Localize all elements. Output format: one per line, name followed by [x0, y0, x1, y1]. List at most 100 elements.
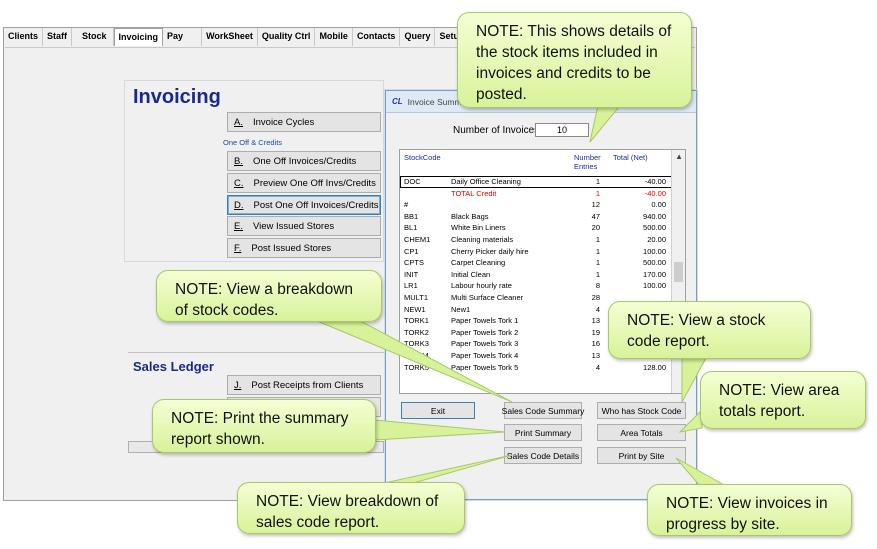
button-label: Post One Off Invoices/Credits — [253, 199, 379, 211]
tab-contacts[interactable]: Contacts — [353, 28, 401, 46]
row-total-net: 500.00 — [643, 223, 666, 233]
invoice-cycles-button[interactable]: A. Invoice Cycles — [227, 112, 381, 132]
preview-one-off-button[interactable]: C. Preview One Off Invs/Credits — [227, 173, 381, 193]
row-total-net: 20.00 — [647, 234, 666, 244]
row-stockcode: BB1 — [404, 211, 419, 221]
row-number-entries: 13 — [591, 350, 600, 360]
row-total-net: 100.00 — [643, 246, 666, 256]
shortcut-key: F. — [234, 242, 242, 254]
row-number-entries: 13 — [591, 316, 600, 326]
post-one-off-button[interactable]: D. Post One Off Invoices/Credits — [227, 195, 381, 215]
row-description: New1 — [451, 304, 471, 314]
shortcut-key: D. — [234, 199, 244, 211]
row-number-entries: 12 — [591, 200, 600, 210]
row-stockcode: BL1 — [404, 223, 418, 233]
row-number-entries: 1 — [595, 246, 600, 256]
table-row[interactable]: CP1 Cherry Picker daily hire 1 100.00 — [400, 246, 672, 258]
invoice-summary-dialog: CL Invoice Summary Number of Invoices 10… — [385, 90, 697, 500]
post-issued-stores-button[interactable]: F. Post Issued Stores — [227, 238, 381, 258]
row-stockcode: NEW1 — [404, 304, 426, 314]
note-print-summary: NOTE: Print the summary report shown. — [152, 399, 376, 453]
tab-pay[interactable]: Pay — [163, 28, 203, 46]
row-description: Initial Clean — [451, 269, 491, 279]
table-row[interactable]: LR1 Labour hourly rate 8 100.00 — [400, 280, 672, 292]
row-number-entries: 1 — [595, 234, 600, 244]
row-stockcode: TORK3 — [404, 339, 429, 349]
table-row[interactable]: #12 0.00 — [400, 199, 672, 211]
print-summary-button[interactable]: Print Summary — [504, 424, 582, 441]
tab-stock[interactable]: Stock — [72, 28, 114, 46]
button-label: One Off Invoices/Credits — [252, 155, 357, 167]
row-description: Cherry Picker daily hire — [451, 246, 529, 256]
who-has-stock-code-button[interactable]: Who has Stock Code — [597, 402, 686, 419]
view-issued-stores-button[interactable]: E. View Issued Stores — [227, 216, 381, 236]
row-total-net: 940.00 — [643, 211, 666, 221]
table-row[interactable]: TOTAL Credit 1 -40.00 — [400, 188, 672, 200]
row-total-net: -40.00 — [644, 188, 666, 198]
table-row[interactable]: CHEM1 Cleaning materials 1 20.00 — [400, 234, 672, 246]
row-total-net: 500.00 — [643, 258, 666, 268]
row-description: Paper Towels Tork 3 — [451, 339, 519, 349]
shortcut-key: E. — [234, 220, 243, 232]
header-total-net: Total (Net) — [613, 153, 648, 162]
note-stock-code-report: NOTE: View a stock code report. — [608, 301, 811, 359]
table-row[interactable]: BL1 White Bin Liners 20 500.00 — [400, 222, 672, 234]
row-number-entries: 1 — [595, 188, 600, 198]
row-total-net: 0.00 — [651, 200, 666, 210]
print-by-site-button[interactable]: Print by Site — [597, 447, 686, 464]
sales-code-summary-button[interactable]: Sales Code Summary — [502, 402, 584, 419]
row-number-entries: 4 — [595, 304, 600, 314]
header-number-entries: Number Entries — [574, 153, 601, 171]
tab-quality-ctrl[interactable]: Quality Ctrl — [258, 28, 316, 46]
area-totals-button[interactable]: Area Totals — [597, 424, 686, 441]
shortcut-key: B. — [234, 155, 243, 167]
tab-invoicing[interactable]: Invoicing — [113, 28, 164, 46]
menu-bar: Clients Staff Stock Invoicing Pay WorkSh… — [4, 28, 475, 46]
shortcut-key: J. — [234, 379, 242, 391]
tab-mobile[interactable]: Mobile — [315, 28, 353, 46]
row-description: TOTAL Credit — [451, 188, 497, 198]
row-description: Black Bags — [451, 211, 489, 221]
row-description: Multi Surface Cleaner — [451, 292, 524, 302]
note-breakdown-stock-codes: NOTE: View a breakdown of stock codes. — [156, 270, 382, 322]
one-off-credits-heading: One Off & Credits — [223, 138, 283, 147]
post-receipts-button[interactable]: J. Post Receipts from Clients — [227, 375, 381, 395]
row-stockcode: TORK1 — [404, 316, 429, 326]
note-invoices-by-site: NOTE: View invoices in progress by site. — [647, 484, 852, 536]
row-number-entries: 1 — [595, 177, 600, 186]
table-row[interactable]: CPTS Carpet Cleaning 1 500.00 — [400, 257, 672, 269]
row-description: Paper Towels Tork 5 — [451, 362, 519, 372]
invoicing-title: Invoicing — [133, 86, 221, 108]
note-stock-items: NOTE: This shows details of the stock it… — [457, 12, 692, 108]
one-off-invoices-button[interactable]: B. One Off Invoices/Credits — [227, 151, 381, 171]
tab-query[interactable]: Query — [400, 28, 436, 46]
sales-ledger-title: Sales Ledger — [133, 359, 214, 374]
row-number-entries: 47 — [591, 211, 600, 221]
table-row[interactable]: BB1 Black Bags 47 940.00 — [400, 211, 672, 223]
row-number-entries: 1 — [595, 269, 600, 279]
number-of-invoices-field[interactable]: 10 — [535, 123, 589, 137]
row-stockcode: # — [404, 200, 409, 210]
tab-clients[interactable]: Clients — [4, 28, 44, 46]
row-number-entries: 8 — [595, 281, 600, 291]
button-label: Post Issued Stores — [251, 242, 332, 254]
note-area-totals: NOTE: View area totals report. — [700, 371, 866, 429]
scroll-up-icon[interactable]: ▲ — [675, 152, 683, 161]
row-description: Paper Towels Tork 4 — [451, 350, 519, 360]
row-stockcode: TORK2 — [404, 327, 429, 337]
row-description: White Bin Liners — [451, 223, 506, 233]
exit-button[interactable]: Exit — [401, 402, 475, 419]
scroll-thumb[interactable] — [674, 262, 683, 282]
tab-worksheet[interactable]: WorkSheet — [202, 28, 258, 46]
row-number-entries: 4 — [595, 362, 600, 372]
table-row[interactable]: DOC Daily Office Cleaning 1 -40.00 — [400, 176, 672, 188]
sales-code-details-button[interactable]: Sales Code Details — [504, 447, 582, 464]
row-number-entries: 20 — [591, 223, 600, 233]
row-number-entries: 1 — [595, 258, 600, 268]
table-row[interactable]: TORK5 Paper Towels Tork 5 4 128.00 — [400, 362, 672, 374]
shortcut-key: A. — [234, 116, 243, 128]
tab-staff[interactable]: Staff — [43, 28, 73, 46]
row-description: Carpet Cleaning — [451, 258, 506, 268]
table-row[interactable]: INIT Initial Clean 1 170.00 — [400, 269, 672, 281]
row-stockcode: MULT1 — [404, 292, 429, 302]
